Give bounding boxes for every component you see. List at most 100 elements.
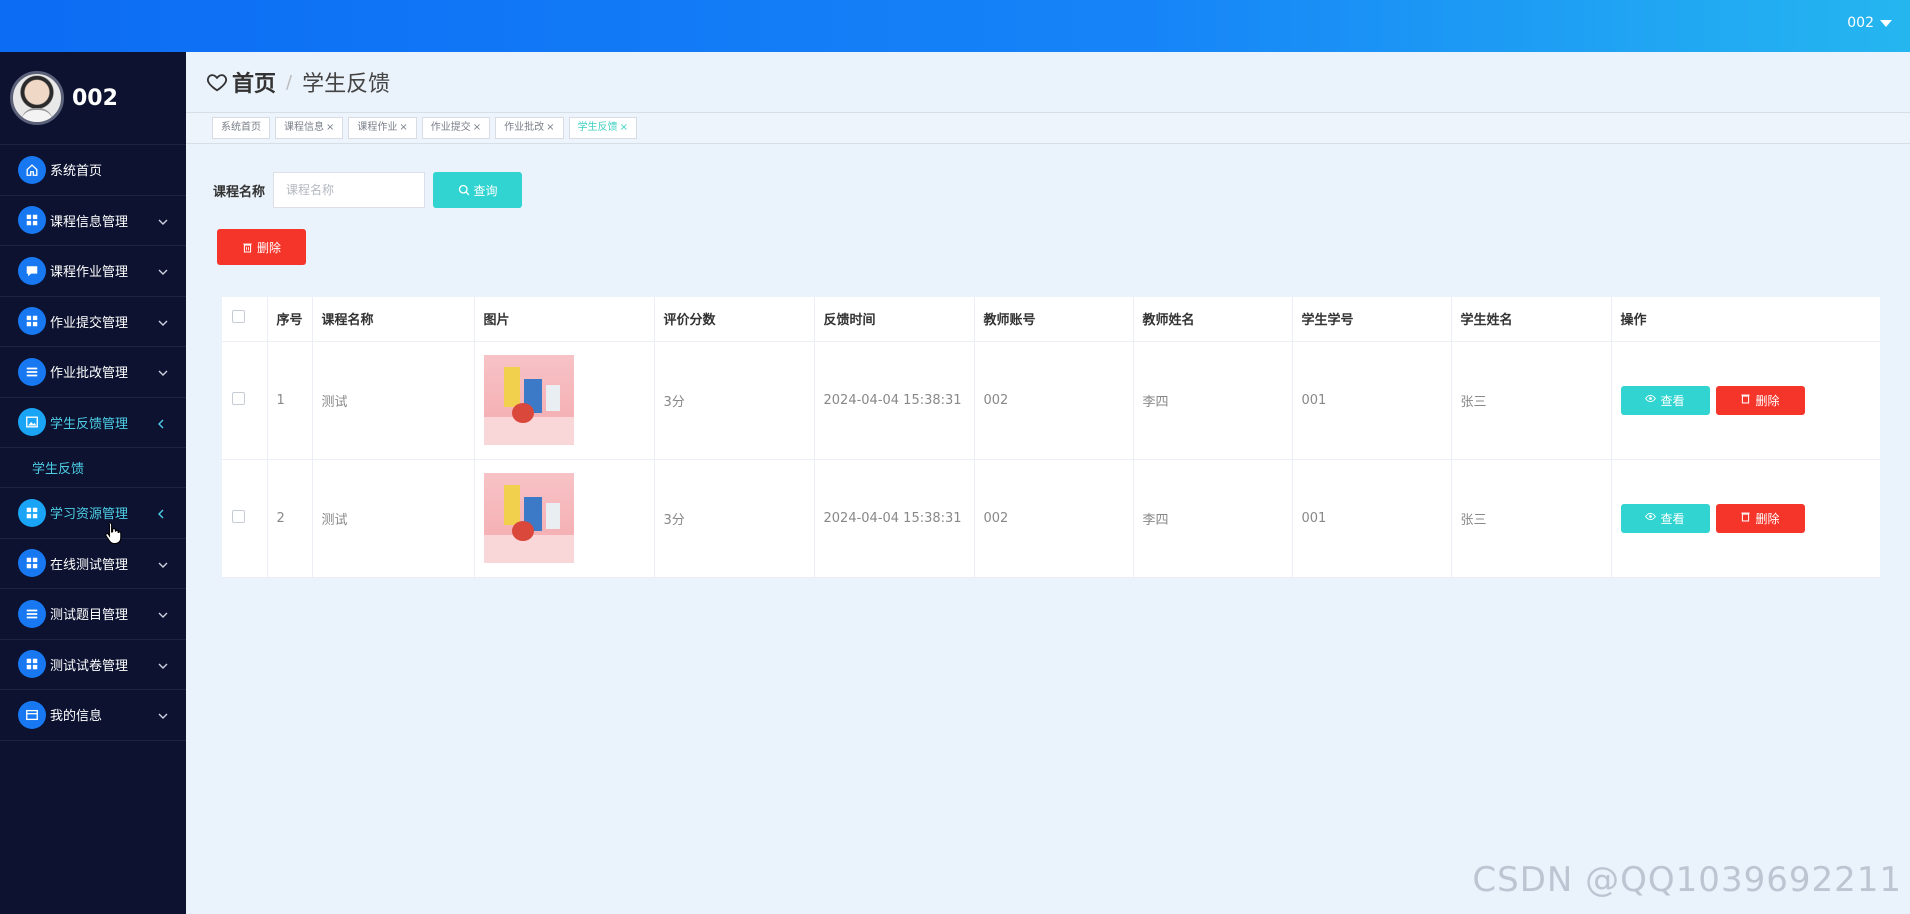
trash-icon: [1740, 511, 1751, 525]
grid-icon: [18, 549, 46, 578]
chevron-down-icon: [158, 558, 168, 573]
view-button[interactable]: 查看: [1620, 385, 1710, 415]
chat-icon: [18, 256, 46, 285]
tab-tag[interactable]: 系统首页: [212, 117, 270, 139]
cell-teacher-account: 002: [974, 459, 1134, 578]
cell-score: 3分: [654, 341, 815, 460]
sidebar-item-label: 学习资源管理: [50, 507, 129, 523]
row-select[interactable]: [222, 459, 268, 578]
home-icon: [18, 155, 46, 184]
trash-icon: [243, 243, 252, 252]
caret-down-icon: [1880, 19, 1892, 27]
header-student-name: 学生姓名: [1451, 297, 1612, 342]
delete-button[interactable]: 删除: [1715, 385, 1805, 415]
sidebar-item-homework-submit[interactable]: 作业提交管理: [0, 297, 186, 347]
tab-tag-label: 系统首页: [221, 122, 261, 133]
tab-tag[interactable]: 课程信息 ×: [275, 117, 344, 139]
close-icon[interactable]: ×: [546, 122, 554, 133]
cell-image: [474, 341, 655, 460]
search-button[interactable]: 查询: [433, 172, 523, 208]
chevron-down-icon: [158, 659, 168, 674]
user-menu[interactable]: 002: [1847, 15, 1892, 31]
row-checkbox[interactable]: [232, 391, 245, 405]
sidebar-item-online-test[interactable]: 在线测试管理: [0, 539, 186, 589]
chevron-down-icon: [158, 316, 168, 331]
feedback-image: [483, 473, 574, 563]
tab-tag-label: 课程作业: [357, 122, 398, 133]
sidebar-item-my-info[interactable]: 我的信息: [0, 690, 186, 741]
avatar: [10, 71, 64, 125]
breadcrumb-separator: /: [286, 71, 293, 93]
grid-icon: [18, 206, 46, 235]
cell-teacher-account: 002: [974, 341, 1134, 460]
header-index: 序号: [267, 297, 313, 342]
view-button[interactable]: 查看: [1620, 503, 1710, 533]
tab-tag-label: 学生反馈: [577, 122, 618, 133]
tab-tag[interactable]: 作业批改 ×: [495, 117, 564, 139]
sidebar-item-learning-resource[interactable]: 学习资源管理: [0, 488, 186, 539]
tab-tag-label: 课程信息: [284, 122, 324, 133]
table-row: 1 测试 3分 2024-04-04 15:38:31 002 李四 001 张三 查看 删除: [222, 341, 1880, 460]
top-bar: 002: [0, 0, 1910, 52]
chevron-left-icon: [157, 418, 164, 433]
tab-tag[interactable]: 课程作业 ×: [348, 117, 417, 139]
row-checkbox[interactable]: [232, 509, 245, 523]
watermark: CSDN @QQ1039692211: [1472, 860, 1902, 900]
cell-actions: 查看 删除: [1611, 341, 1880, 460]
tab-tag[interactable]: 学生反馈 ×: [568, 117, 637, 139]
card-icon: [18, 700, 46, 729]
sidebar-subitem-student-feedback[interactable]: 学生反馈: [0, 448, 186, 488]
sidebar-item-label: 测试试卷管理: [50, 658, 129, 674]
sidebar-item-label: 系统首页: [50, 164, 103, 180]
grid-icon: [18, 498, 46, 527]
breadcrumb-home[interactable]: 首页: [206, 66, 276, 98]
cell-student-name: 张三: [1451, 459, 1612, 578]
chevron-down-icon: [158, 265, 168, 280]
sidebar-item-student-feedback[interactable]: 学生反馈管理: [0, 398, 186, 448]
header-course: 课程名称: [312, 297, 475, 342]
tag-bar: 系统首页 课程信息 × 课程作业 × 作业提交 × 作业批改 × 学生反馈 ×: [186, 112, 1910, 144]
cell-time: 2024-04-04 15:38:31: [814, 341, 975, 460]
sidebar-item-course-info[interactable]: 课程信息管理: [0, 196, 186, 246]
hand-cursor-icon: [104, 521, 124, 549]
sidebar-item-test-question[interactable]: 测试题目管理: [0, 589, 186, 640]
chevron-left-icon: [157, 508, 164, 523]
cell-time: 2024-04-04 15:38:31: [814, 459, 975, 578]
user-label: 002: [1847, 15, 1874, 31]
sidebar-item-label: 课程信息管理: [50, 214, 129, 230]
cell-actions: 查看 删除: [1611, 459, 1880, 578]
trash-icon: [1740, 393, 1751, 407]
sidebar-item-homework-grade[interactable]: 作业批改管理: [0, 347, 186, 398]
cell-index: 1: [267, 341, 313, 460]
profile-name: 002: [72, 85, 118, 111]
search-label: 课程名称: [213, 184, 266, 200]
sidebar-item-course-homework[interactable]: 课程作业管理: [0, 246, 186, 297]
sidebar-item-label: 作业批改管理: [50, 366, 129, 382]
cell-teacher-name: 李四: [1133, 459, 1293, 578]
cell-student-name: 张三: [1451, 341, 1612, 460]
bulk-delete-button[interactable]: 删除: [217, 229, 306, 265]
close-icon[interactable]: ×: [473, 122, 481, 133]
table-header-row: 序号 课程名称 图片 评价分数 反馈时间 教师账号 教师姓名 学生学号 学生姓名…: [222, 297, 1880, 342]
row-select[interactable]: [222, 341, 268, 460]
header-teacher-account: 教师账号: [974, 297, 1134, 342]
select-all-checkbox[interactable]: [232, 310, 245, 324]
grid-icon: [18, 307, 46, 336]
profile: 002: [0, 52, 186, 145]
breadcrumb-current: 学生反馈: [302, 72, 391, 97]
close-icon[interactable]: ×: [620, 122, 628, 133]
header-select-all[interactable]: [222, 297, 268, 342]
delete-button[interactable]: 删除: [1715, 503, 1805, 533]
sidebar-item-label: 在线测试管理: [50, 557, 129, 573]
cell-score: 3分: [654, 459, 815, 578]
close-icon[interactable]: ×: [326, 122, 334, 133]
search-input[interactable]: [273, 172, 426, 208]
bulk-delete-label: 删除: [256, 240, 281, 255]
cell-course: 测试: [312, 459, 475, 578]
sidebar-item-home[interactable]: 系统首页: [0, 145, 186, 196]
tab-tag[interactable]: 作业提交 ×: [421, 117, 491, 139]
header-actions: 操作: [1611, 297, 1880, 342]
sidebar-item-test-paper[interactable]: 测试试卷管理: [0, 640, 186, 690]
header-image: 图片: [474, 297, 655, 342]
close-icon[interactable]: ×: [399, 122, 407, 133]
